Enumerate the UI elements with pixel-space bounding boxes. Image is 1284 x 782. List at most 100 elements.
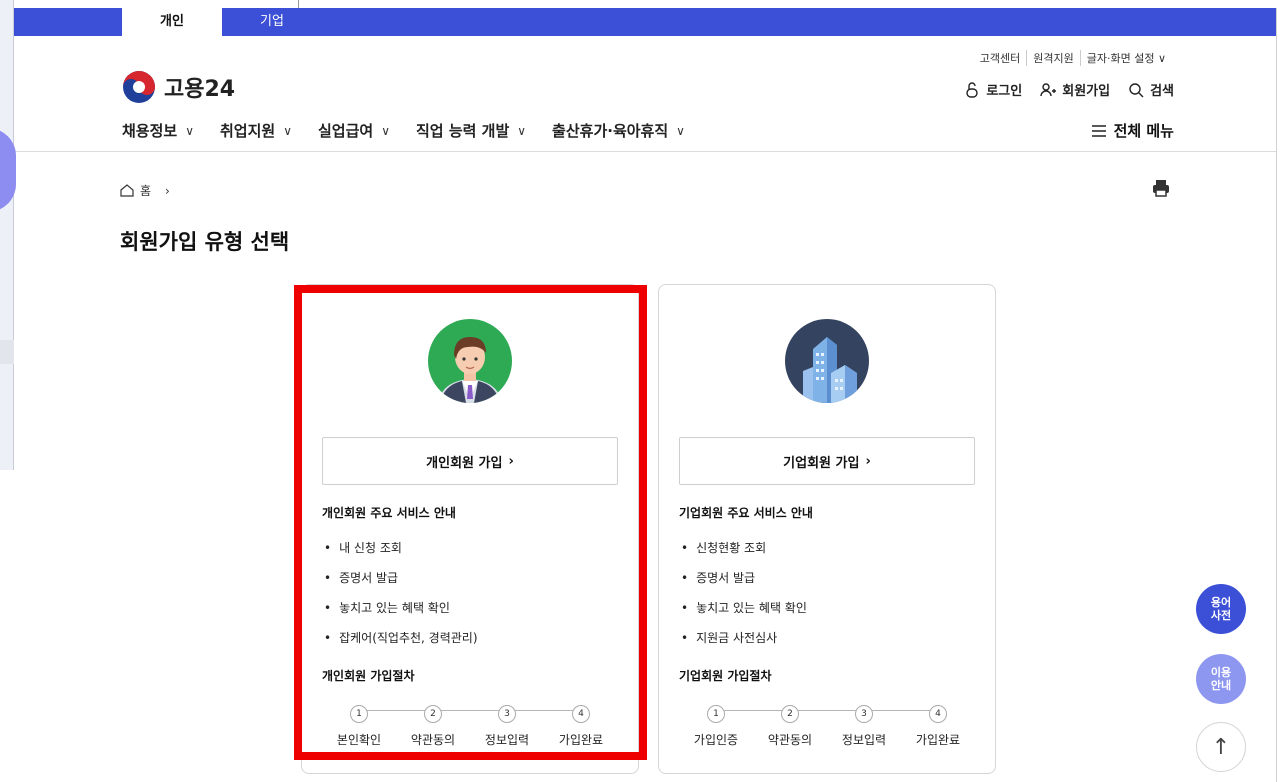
corporate-join-label: 기업회원 가입 <box>783 455 860 471</box>
all-menu-label: 전체 메뉴 <box>1113 122 1174 140</box>
personal-join-button[interactable]: 개인회원 가입 › <box>322 437 618 485</box>
step-label: 본인확인 <box>336 733 382 747</box>
step-label: 정보입력 <box>484 733 530 747</box>
search-icon <box>1129 82 1144 97</box>
step-label: 정보입력 <box>841 733 887 747</box>
all-menu-button[interactable]: 전체 메뉴 <box>1091 120 1174 141</box>
login-link[interactable]: 로그인 <box>964 80 1022 99</box>
nav-item-job-support[interactable]: 취업지원 ∨ <box>220 120 292 141</box>
utility-links: 고객센터 원격지원 글자·화면 설정 ∨ <box>974 50 1172 66</box>
chevron-down-icon: ∨ <box>283 123 292 138</box>
step-number: 2 <box>781 705 799 723</box>
side-overlay-panel <box>0 0 16 470</box>
list-item: 놓치고 있는 혜택 확인 <box>322 593 478 623</box>
search-label: 검색 <box>1150 84 1174 99</box>
nav-item-leave[interactable]: 출산휴가·육아휴직 ∨ <box>552 120 685 141</box>
corporate-services-list: 신청현황 조회 증명서 발급 놓치고 있는 혜택 확인 지원금 사전심사 <box>679 533 807 653</box>
lock-icon <box>966 81 979 98</box>
divider <box>298 0 299 8</box>
chevron-down-icon: ∨ <box>676 123 685 138</box>
customer-center-link[interactable]: 고객센터 <box>974 50 1026 66</box>
step-number: 3 <box>498 705 516 723</box>
page-title: 회원가입 유형 선택 <box>120 230 290 254</box>
list-item: 신청현황 조회 <box>679 533 807 563</box>
corporate-join-steps: 1 가입인증 2 약관동의 3 정보입력 4 가입완료 <box>679 701 975 751</box>
taegeuk-logo-icon <box>123 71 155 103</box>
chevron-down-icon: ∨ <box>517 123 527 138</box>
step-label: 가입완료 <box>915 733 961 747</box>
step-4: 4 가입완료 <box>901 701 975 748</box>
step-number: 4 <box>572 705 590 723</box>
login-label: 로그인 <box>986 84 1023 99</box>
nav-item-unemployment[interactable]: 실업급여 ∨ <box>318 120 390 141</box>
corporate-services-title: 기업회원 주요 서비스 안내 <box>679 506 813 520</box>
step-1: 1 가입인증 <box>679 701 753 748</box>
nav-item-recruit[interactable]: 채용정보 ∨ <box>122 120 194 141</box>
scroll-top-button[interactable]: ↑ <box>1196 722 1246 772</box>
main-navigation: 채용정보 ∨ 취업지원 ∨ 실업급여 ∨ 직업 능력 개발 ∨ 출산휴가·육아휴직 ∨ <box>122 120 685 141</box>
home-icon <box>120 184 134 197</box>
step-number: 2 <box>424 705 442 723</box>
step-label: 가입인증 <box>693 733 739 747</box>
signup-label: 회원가입 <box>1062 84 1111 99</box>
breadcrumb: 홈 › <box>120 182 170 199</box>
personal-services-title: 개인회원 주요 서비스 안내 <box>322 506 456 520</box>
chevron-right-icon: › <box>508 453 514 469</box>
building-icon <box>785 319 869 403</box>
nav-label: 직업 능력 개발 <box>416 122 510 140</box>
step-label: 약관동의 <box>767 733 813 747</box>
step-1: 1 본인확인 <box>322 701 396 748</box>
hamburger-icon <box>1091 124 1106 137</box>
glossary-button[interactable]: 용어 사전 <box>1196 584 1246 634</box>
tab-corporate[interactable]: 기업 <box>222 8 322 36</box>
search-link[interactable]: 검색 <box>1128 80 1174 99</box>
corporate-member-card: 기업회원 가입 › 기업회원 주요 서비스 안내 신청현황 조회 증명서 발급 … <box>658 284 996 774</box>
step-number: 1 <box>350 705 368 723</box>
list-item: 증명서 발급 <box>679 563 807 593</box>
personal-process-title: 개인회원 가입절차 <box>322 669 415 683</box>
signup-link[interactable]: 회원가입 <box>1040 80 1110 99</box>
top-strip <box>0 0 1284 8</box>
nav-label: 출산휴가·육아휴직 <box>552 122 669 140</box>
step-2: 2 약관동의 <box>396 701 470 748</box>
personal-member-card: 개인회원 가입 › 개인회원 주요 서비스 안내 내 신청 조회 증명서 발급 … <box>301 284 639 774</box>
chevron-down-icon: ∨ <box>185 123 194 138</box>
personal-join-steps: 1 본인확인 2 약관동의 3 정보입력 4 가입완료 <box>322 701 618 751</box>
chevron-right-icon: › <box>165 183 170 198</box>
chevron-right-icon: › <box>865 453 871 469</box>
step-label: 가입완료 <box>558 733 604 747</box>
add-user-icon <box>1040 82 1057 96</box>
list-item: 지원금 사전심사 <box>679 623 807 653</box>
site-logo[interactable]: 고용24 <box>122 70 235 104</box>
breadcrumb-home[interactable]: 홈 <box>140 182 151 199</box>
side-panel-divider <box>0 340 14 364</box>
step-number: 3 <box>855 705 873 723</box>
header-divider <box>14 151 1276 152</box>
auth-links: 로그인 회원가입 검색 <box>964 80 1174 99</box>
step-number: 1 <box>707 705 725 723</box>
print-icon[interactable] <box>1151 178 1171 198</box>
corporate-join-button[interactable]: 기업회원 가입 › <box>679 437 975 485</box>
usage-guide-button[interactable]: 이용 안내 <box>1196 654 1246 704</box>
side-panel-shape <box>0 128 16 212</box>
personal-join-label: 개인회원 가입 <box>426 455 503 471</box>
list-item: 내 신청 조회 <box>322 533 478 563</box>
list-item: 놓치고 있는 혜택 확인 <box>679 593 807 623</box>
chevron-down-icon: ∨ <box>381 123 390 138</box>
display-settings-link[interactable]: 글자·화면 설정 ∨ <box>1079 50 1172 66</box>
step-number: 4 <box>929 705 947 723</box>
site-type-bar: 개인 기업 <box>14 8 1276 36</box>
person-avatar-icon <box>428 319 512 403</box>
step-4: 4 가입완료 <box>544 701 618 748</box>
step-2: 2 약관동의 <box>753 701 827 748</box>
nav-label: 채용정보 <box>122 122 178 140</box>
site-name: 고용24 <box>164 77 236 102</box>
tab-personal[interactable]: 개인 <box>122 8 222 36</box>
nav-item-training[interactable]: 직업 능력 개발 ∨ <box>416 120 526 141</box>
scrollbar[interactable] <box>1276 8 1284 782</box>
nav-label: 실업급여 <box>318 122 374 140</box>
nav-label: 취업지원 <box>220 122 276 140</box>
list-item: 잡케어(직업추천, 경력관리) <box>322 623 477 653</box>
list-item: 증명서 발급 <box>322 563 478 593</box>
remote-support-link[interactable]: 원격지원 <box>1026 50 1079 66</box>
